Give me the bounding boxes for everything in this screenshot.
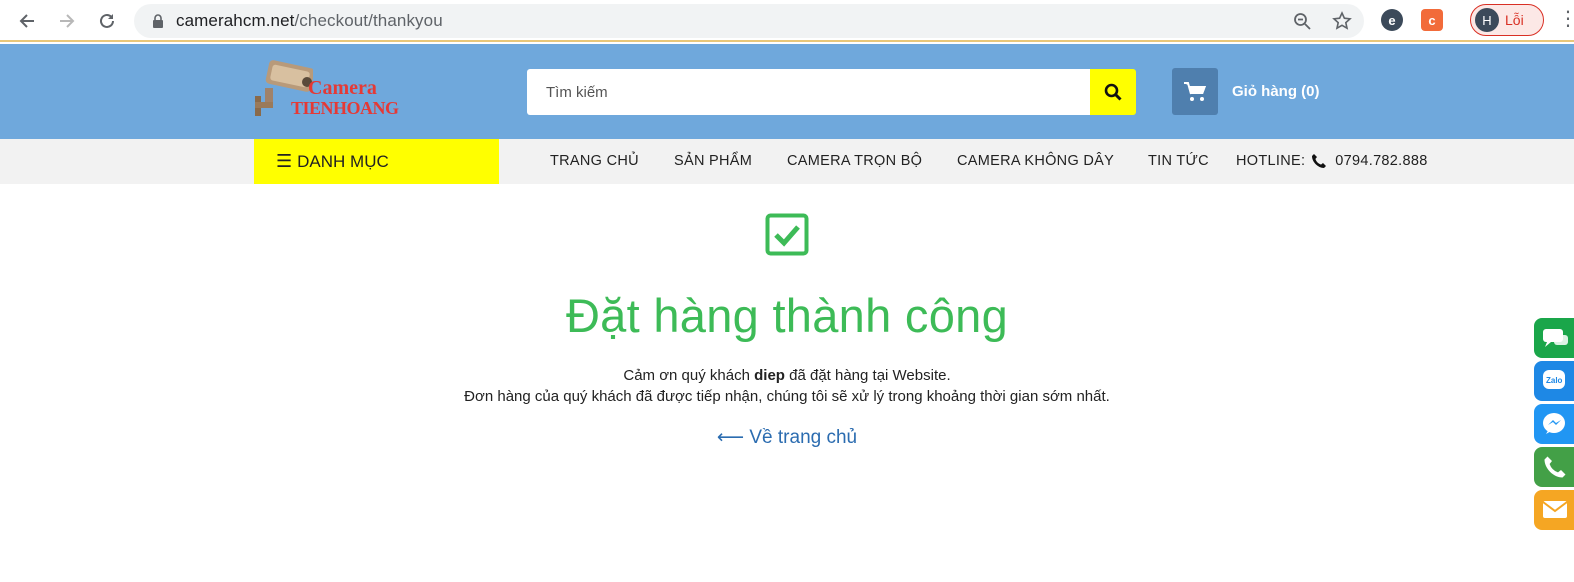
category-menu-button[interactable]: ☰ DANH MỤC (254, 139, 499, 184)
back-home-link[interactable]: ⟵ Về trang chủ (0, 426, 1574, 449)
zoom-button[interactable] (1291, 10, 1313, 32)
checkbox-checked-icon (765, 213, 809, 256)
menu-item-camera-kits[interactable]: CAMERA TRỌN BỘ (787, 153, 922, 169)
messenger-button[interactable] (1534, 404, 1574, 444)
browser-menu-icon[interactable]: ⋮ (1558, 9, 1574, 33)
star-icon (1332, 11, 1352, 30)
hotline-label: HOTLINE: (1236, 153, 1306, 169)
url-text: camerahcm.net/checkout/thankyou (176, 11, 443, 31)
search-icon (1104, 83, 1122, 101)
back-arrow-icon (19, 14, 34, 28)
phone-icon (1544, 456, 1566, 478)
lock-icon (153, 14, 163, 28)
zalo-icon: Zalo (1543, 370, 1565, 389)
thanks-message: Cảm ơn quý khách diep đã đặt hàng tại We… (0, 367, 1574, 384)
messenger-icon (1543, 413, 1565, 434)
forward-arrow-icon (60, 14, 75, 28)
email-button[interactable] (1534, 490, 1574, 530)
category-label: DANH MỤC (297, 151, 389, 171)
logo-text-camera: Camera (308, 77, 377, 99)
profile-button[interactable]: H Lỗi (1470, 4, 1544, 36)
hotline[interactable]: HOTLINE: 0794.782.888 (1236, 153, 1428, 169)
main-menu: ☰ DANH MỤC TRANG CHỦ SẢN PHẨM CAMERA TRỌ… (0, 139, 1574, 184)
search-button[interactable] (1090, 69, 1136, 115)
order-received-message: Đơn hàng của quý khách đã được tiếp nhận… (464, 388, 1110, 405)
hotline-number: 0794.782.888 (1335, 153, 1428, 169)
shopping-cart-icon (1184, 81, 1206, 101)
browser-toolbar: camerahcm.net/checkout/thankyou e c H Lỗ… (0, 0, 1574, 42)
menu-item-wireless-camera[interactable]: CAMERA KHÔNG DÂY (957, 153, 1114, 169)
cart-label[interactable]: Giỏ hàng (0) (1232, 83, 1320, 100)
thanks-suffix: đã đặt hàng tại Website. (784, 367, 951, 384)
url-host: camerahcm.net (176, 11, 295, 30)
thanks-prefix: Cảm ơn quý khách (623, 367, 755, 384)
sms-icon (1543, 329, 1568, 347)
sms-button[interactable] (1534, 318, 1574, 358)
address-bar[interactable]: camerahcm.net/checkout/thankyou (134, 4, 1364, 38)
svg-text:Zalo: Zalo (1546, 376, 1563, 385)
bookmark-button[interactable] (1331, 10, 1353, 32)
avatar: H (1475, 8, 1499, 32)
back-button[interactable] (13, 7, 41, 35)
search-input[interactable] (527, 69, 1090, 115)
phone-icon (1312, 154, 1327, 168)
zoom-out-icon (1294, 13, 1311, 30)
extension-c-icon[interactable]: c (1421, 9, 1443, 31)
menu-item-home[interactable]: TRANG CHỦ (550, 153, 639, 169)
logo-text-brand: TIENHOANG (291, 98, 399, 118)
reload-button[interactable] (93, 7, 121, 35)
reload-icon (100, 13, 114, 28)
forward-button[interactable] (53, 7, 81, 35)
url-path: /checkout/thankyou (294, 11, 443, 30)
cart-button[interactable] (1172, 68, 1218, 115)
page-title: Đặt hàng thành công (565, 289, 1009, 342)
site-logo[interactable]: Camera TIENHOANG (253, 58, 408, 120)
menu-item-news[interactable]: TIN TỨC (1148, 153, 1209, 169)
menu-item-products[interactable]: SẢN PHẨM (674, 153, 752, 169)
profile-error-label: Lỗi (1505, 12, 1524, 28)
hamburger-icon: ☰ (276, 151, 293, 171)
site-header: Camera TIENHOANG Giỏ hàng (0) (0, 44, 1574, 139)
call-button[interactable] (1534, 447, 1574, 487)
email-icon (1542, 501, 1568, 518)
zalo-button[interactable]: Zalo (1534, 361, 1574, 401)
customer-name: diep (754, 367, 785, 384)
extension-e-icon[interactable]: e (1381, 9, 1403, 31)
